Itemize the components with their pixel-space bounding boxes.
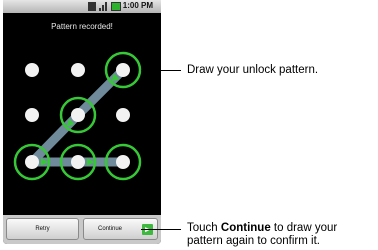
pattern-canvas[interactable] [3, 45, 161, 205]
callout-touch-continue: Touch Continue to draw your pattern agai… [187, 222, 377, 248]
callout-bottom-bold: Continue [220, 222, 271, 234]
retry-button[interactable]: Retry [6, 218, 79, 240]
unlock-pattern-grid[interactable] [3, 45, 161, 205]
pattern-dot[interactable] [71, 155, 85, 169]
signal-icon [99, 2, 107, 11]
pattern-dot[interactable] [25, 155, 39, 169]
status-bar: 1:00 PM [3, 0, 161, 13]
phone-screen: 1:00 PM Pattern recorded! Retry Continue… [3, 0, 161, 244]
button-bar: Retry Continue ▸ [3, 215, 161, 244]
battery-icon [111, 2, 121, 11]
callout-line-top [141, 70, 181, 71]
pattern-dot[interactable] [71, 63, 85, 77]
callout-bottom-prefix: Touch [187, 222, 221, 234]
pattern-dot[interactable] [116, 155, 130, 169]
status-time: 1:00 PM [122, 1, 153, 10]
callout-bottom-suffix: to draw your [270, 222, 338, 234]
continue-label: Continue [98, 226, 123, 232]
sd-card-icon [88, 2, 96, 11]
callout-bottom-line2: pattern again to confirm it. [187, 235, 320, 247]
pattern-recorded-message: Pattern recorded! [51, 22, 113, 31]
callout-line-bottom [141, 229, 181, 230]
pattern-dot[interactable] [116, 63, 130, 77]
pattern-dot[interactable] [25, 108, 39, 122]
pattern-dot[interactable] [25, 63, 39, 77]
pattern-dot[interactable] [71, 108, 85, 122]
pattern-dot[interactable] [116, 108, 130, 122]
callout-draw-pattern: Draw your unlock pattern. [187, 64, 319, 76]
